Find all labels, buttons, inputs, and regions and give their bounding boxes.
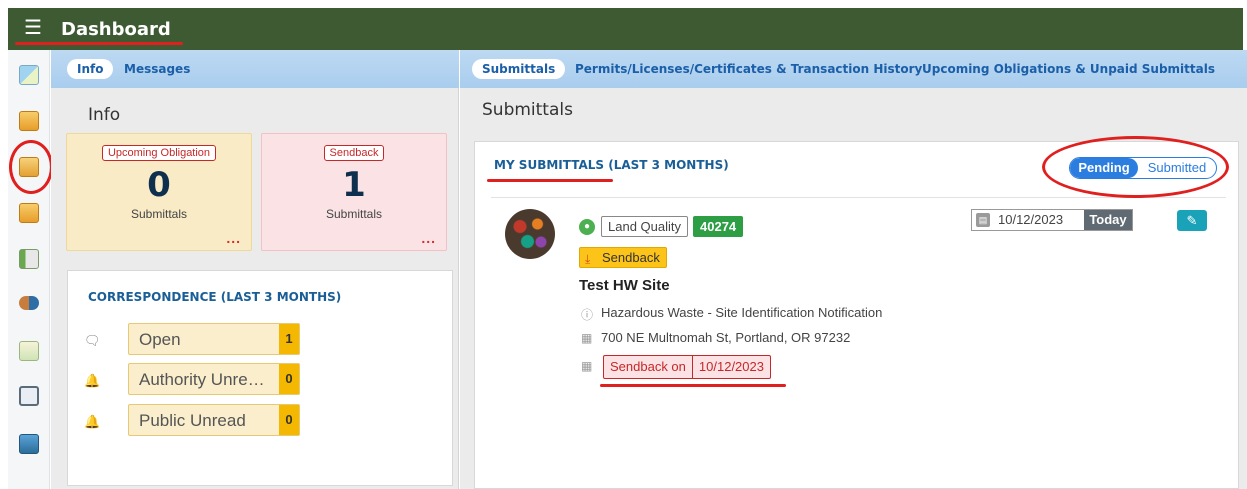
submittal-date: ▤ 10/12/2023 Today (971, 209, 1133, 231)
card-count: 1 (342, 165, 366, 205)
status-badge: Sendback (323, 145, 385, 161)
tab-submittals[interactable]: Submittals (472, 59, 566, 79)
hamburger-menu-icon[interactable]: ☰ (24, 17, 42, 39)
annotation-circle-toggle (1042, 136, 1229, 198)
tab-permits-history[interactable]: Permits/Licenses/Certificates & Transact… (575, 59, 922, 79)
download-icon: ⤓ (585, 252, 591, 266)
correspondence-count: 0 (279, 364, 299, 394)
correspondence-box: CORRESPONDENCE (LAST 3 MONTHS) 🗨 Open 1 … (67, 270, 453, 486)
sendback-card[interactable]: Sendback 1 Submittals ... (261, 133, 447, 251)
annotation-underline-sendback-date (600, 384, 786, 387)
my-submittals-heading: MY SUBMITTALS (LAST 3 MONTHS) (494, 158, 729, 172)
sendback-date-badge: Sendback on 10/12/2023 (603, 355, 771, 379)
chat-icon: 🗨 (84, 333, 101, 348)
dashboard-icon[interactable] (19, 65, 39, 85)
correspondence-authority-unread-item[interactable]: Authority Unre… 0 (128, 363, 300, 395)
correspondence-public-unread-item[interactable]: Public Unread 0 (128, 404, 300, 436)
bell-icon: 🔔 (84, 373, 101, 388)
correspondence-title: CORRESPONDENCE (LAST 3 MONTHS) (88, 290, 342, 304)
calendar-icon: ▦ (581, 359, 593, 373)
site-address: 700 NE Multnomah St, Portland, OR 97232 (601, 330, 851, 345)
page-title: Dashboard (61, 19, 171, 40)
correspondence-label: Open (139, 330, 181, 349)
sendback-date: 10/12/2023 (691, 356, 770, 378)
more-icon[interactable]: ... (421, 230, 436, 246)
more-icon[interactable]: ... (226, 230, 241, 246)
card-subtitle: Submittals (325, 207, 383, 221)
top-bar: ☰ Dashboard (8, 8, 1243, 50)
document-icon: ▤ (976, 213, 990, 227)
card-subtitle: Submittals (130, 207, 188, 221)
date-text: 10/12/2023 (998, 212, 1064, 227)
avatar (505, 209, 555, 259)
form-name: Hazardous Waste - Site Identification No… (601, 305, 883, 320)
annotation-underline-heading (487, 179, 613, 182)
submittals-tab-bar: Submittals Permits/Licenses/Certificates… (460, 50, 1247, 88)
info-title: Info (88, 105, 121, 125)
annotation-circle-sidebar (9, 140, 53, 194)
program-tag: Land Quality (601, 216, 688, 237)
folder-icon[interactable] (19, 203, 39, 223)
sidebar-rail (8, 50, 50, 489)
tab-upcoming-obligations[interactable]: Upcoming Obligations & Unpaid Submittals (922, 59, 1215, 79)
pencil-icon: ✎ (1186, 213, 1198, 228)
badge-icon[interactable] (19, 434, 39, 454)
info-icon: ⓘ (581, 308, 594, 322)
building-icon: ▦ (581, 331, 593, 345)
sendback-on-label: Sendback on (610, 359, 686, 374)
today-badge: Today (1084, 210, 1132, 230)
globe-icon: ● (579, 219, 595, 235)
bell-icon: 🔔 (84, 414, 101, 429)
card-count: 0 (147, 165, 171, 205)
sendback-status-badge[interactable]: ⤓ Sendback (579, 247, 667, 268)
correspondence-label: Public Unread (139, 411, 246, 430)
submittals-title: Submittals (482, 100, 573, 120)
edit-button[interactable]: ✎ (1177, 210, 1207, 231)
site-name: Test HW Site (579, 277, 670, 294)
annotation-underline-title (15, 42, 183, 45)
report-icon[interactable] (19, 341, 39, 361)
tab-messages[interactable]: Messages (124, 59, 190, 79)
correspondence-count: 1 (279, 324, 299, 354)
upcoming-obligation-card[interactable]: Upcoming Obligation 0 Submittals ... (66, 133, 252, 251)
sendback-status-label: Sendback (602, 250, 660, 265)
ledger-icon[interactable] (19, 249, 39, 269)
new-folder-icon[interactable] (19, 111, 39, 131)
info-tab-bar: Info Messages (51, 50, 459, 88)
correspondence-count: 0 (279, 405, 299, 435)
handshake-icon[interactable] (19, 296, 39, 310)
correspondence-open-item[interactable]: Open 1 (128, 323, 300, 355)
status-badge: Upcoming Obligation (101, 145, 217, 161)
monitor-search-icon[interactable] (19, 386, 39, 406)
submittal-id-badge[interactable]: 40274 (693, 216, 744, 237)
tab-info[interactable]: Info (67, 59, 114, 79)
correspondence-label: Authority Unre… (139, 370, 265, 389)
